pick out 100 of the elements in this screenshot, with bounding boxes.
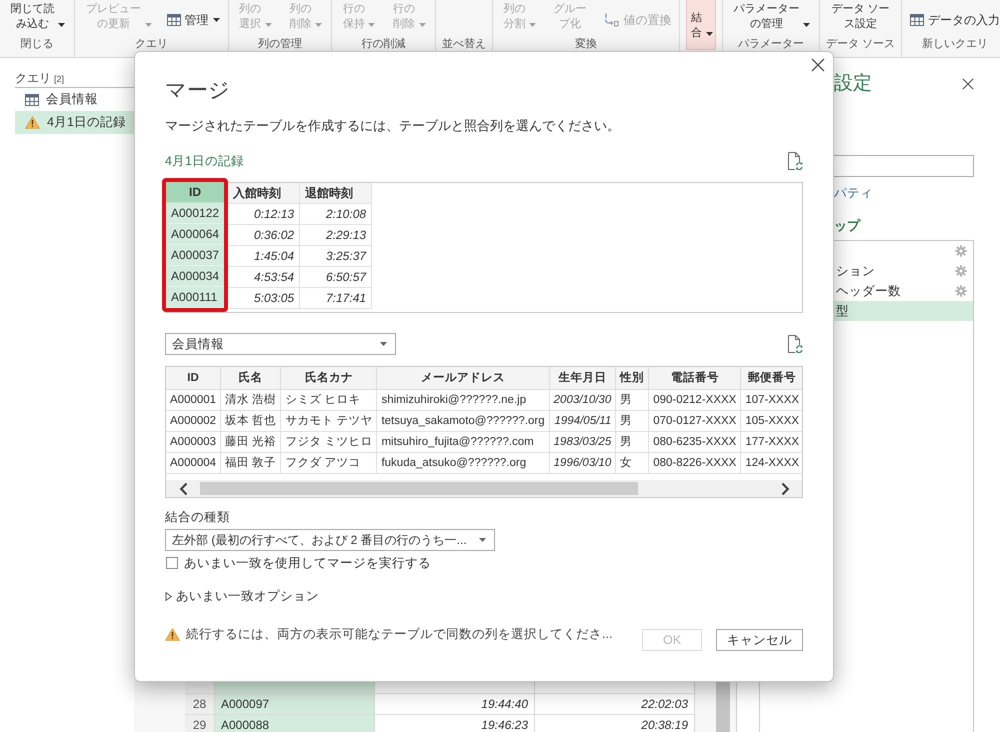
dialog-description: マージされたテーブルを作成するには、テーブルと照合列を選んでください。 (165, 117, 621, 135)
table-cell: 清水 浩樹 (220, 389, 281, 410)
table-cell: A000034 (166, 266, 224, 287)
table-cell: 1996/03/10 (549, 452, 616, 473)
column-header[interactable]: 性別 (616, 367, 649, 389)
table-icon (910, 14, 924, 26)
chevron-left-icon[interactable] (179, 482, 188, 496)
fuzzy-options-toggle[interactable]: あいまい一致オプション (165, 588, 319, 604)
table-cell: 7:17:41 (300, 288, 372, 309)
ribbon-group-label: 列の管理 (256, 37, 303, 51)
table-cell: 1994/05/11 (549, 410, 616, 431)
query-item[interactable]: 会員情報 (15, 88, 134, 111)
column-header[interactable]: 氏名 (220, 367, 281, 389)
ribbon-group-label: 行の削減 (360, 37, 406, 51)
table-cell: 男 (616, 431, 649, 452)
table-cell: フクダ アツコ (280, 452, 377, 473)
table-cell: A000037 (166, 245, 224, 266)
ribbon-button[interactable]: データの入力 (908, 12, 1000, 28)
table-cell: フジタ ミツヒロ (280, 431, 377, 452)
properties-link[interactable]: パティ (834, 185, 873, 201)
table-cell: A000002 (166, 410, 221, 431)
step-name: ション (836, 263, 875, 279)
scrollbar-thumb[interactable] (716, 682, 730, 732)
table-icon (25, 94, 39, 106)
table-cell: 藤田 光裕 (220, 431, 281, 452)
ribbon-group-label: 閉じる (20, 37, 55, 51)
ribbon-group-label: データ ソース (826, 37, 896, 51)
table-cell: 080-8226-XXXX (648, 452, 741, 473)
step-item[interactable]: ション (834, 261, 973, 281)
column-header[interactable]: メールアドレス (376, 367, 550, 389)
column-header[interactable]: 入館時刻 (228, 183, 300, 204)
checkbox[interactable] (166, 557, 178, 569)
pane-title: クエリ (15, 71, 51, 85)
ribbon-button[interactable]: 閉じて読み込む (6, 0, 68, 33)
gear-icon[interactable] (955, 285, 967, 297)
ribbon-button[interactable]: データ ソース設定 (827, 0, 894, 33)
column-header[interactable]: 生年月日 (549, 367, 616, 389)
table-cell: 1983/03/25 (549, 431, 616, 452)
column-header[interactable]: 退館時刻 (300, 183, 372, 204)
gear-icon[interactable] (955, 265, 967, 277)
refresh-document-icon[interactable] (787, 335, 803, 353)
table-cell: 5:03:05 (228, 288, 300, 309)
ribbon-group-label: 変換 (574, 37, 598, 51)
column-header[interactable]: 電話番号 (648, 367, 741, 389)
step-item[interactable]: 型 (834, 301, 973, 321)
table-cell: 女 (616, 452, 649, 473)
dialog-title: マージ (165, 78, 231, 104)
table-cell: 19:46:23 (375, 714, 534, 732)
table-cell: 105-XXXX (740, 410, 802, 431)
table-cell: 0:12:13 (228, 204, 300, 225)
step-name: 型 (836, 303, 849, 319)
gear-icon[interactable] (955, 245, 967, 257)
pane-title: 設定 (834, 72, 872, 96)
caret-icon (479, 538, 486, 542)
column-header[interactable]: 氏名カナ (280, 367, 377, 389)
table-cell: shimizuhiroki@??????.ne.jp (376, 389, 550, 410)
table-cell: A000064 (166, 224, 224, 245)
caret-icon (380, 342, 387, 346)
ribbon-group-label: パラメーター (736, 37, 805, 51)
table-cell: サカモト テツヤ (280, 410, 377, 431)
ribbon-group-label: 並べ替え (442, 37, 486, 51)
table-cell: A000001 (166, 389, 221, 410)
table-cell: 070-0127-XXXX (648, 410, 741, 431)
horizontal-scrollbar[interactable] (166, 480, 802, 497)
table-cell: 坂本 哲也 (220, 410, 281, 431)
column-header[interactable]: ID (166, 367, 221, 389)
ribbon-group-label: クエリ (134, 37, 169, 51)
close-icon[interactable] (811, 58, 825, 72)
column-header[interactable]: 郵便番号 (740, 367, 802, 389)
chevron-right-icon[interactable] (781, 482, 790, 496)
column-header[interactable]: ID (166, 182, 224, 203)
field-label: 結合の種類 (165, 509, 231, 525)
scrollbar-thumb[interactable] (200, 482, 638, 495)
ribbon-button[interactable]: パラメーターの管理 (728, 0, 813, 33)
validation-message: 続行するには、両方の表示可能なテーブルで同数の列を選択してくださ... (186, 626, 612, 642)
warning-icon (25, 116, 40, 129)
table-cell: 090-0212-XXXX (648, 389, 741, 410)
table-dropdown[interactable]: 会員情報 (165, 333, 396, 355)
table-cell: 2:10:08 (300, 204, 372, 225)
step-item[interactable]: ヘッダー数 (834, 281, 973, 301)
table-cell: A000097 (215, 693, 374, 714)
close-icon[interactable] (962, 78, 974, 90)
table-cell: 124-XXXX (740, 452, 802, 473)
table-cell: 福田 敦子 (220, 452, 281, 473)
query-item[interactable]: 4月1日の記録 (15, 111, 134, 134)
name-field[interactable] (834, 155, 974, 177)
table-name: 4月1日の記録 (165, 153, 244, 169)
table-cell: シミズ ヒロキ (280, 389, 377, 410)
table-cell: 080-6235-XXXX (648, 431, 741, 452)
dialog-button[interactable]: キャンセル (716, 629, 803, 651)
row-number: 28 (185, 693, 214, 714)
table-cell: 男 (616, 389, 649, 410)
ribbon-button[interactable]: 結合 (686, 0, 716, 50)
table-cell: 107-XXXX (740, 389, 802, 410)
table-cell: 1:45:04 (228, 246, 300, 267)
ribbon-button[interactable]: 管理 (164, 12, 222, 28)
table-icon (166, 14, 181, 26)
refresh-document-icon[interactable] (787, 152, 803, 170)
join-kind-dropdown[interactable]: 左外部 (最初の行すべて、および 2 番目の行のうち一... (165, 529, 495, 551)
table-cell: A000122 (166, 203, 224, 224)
